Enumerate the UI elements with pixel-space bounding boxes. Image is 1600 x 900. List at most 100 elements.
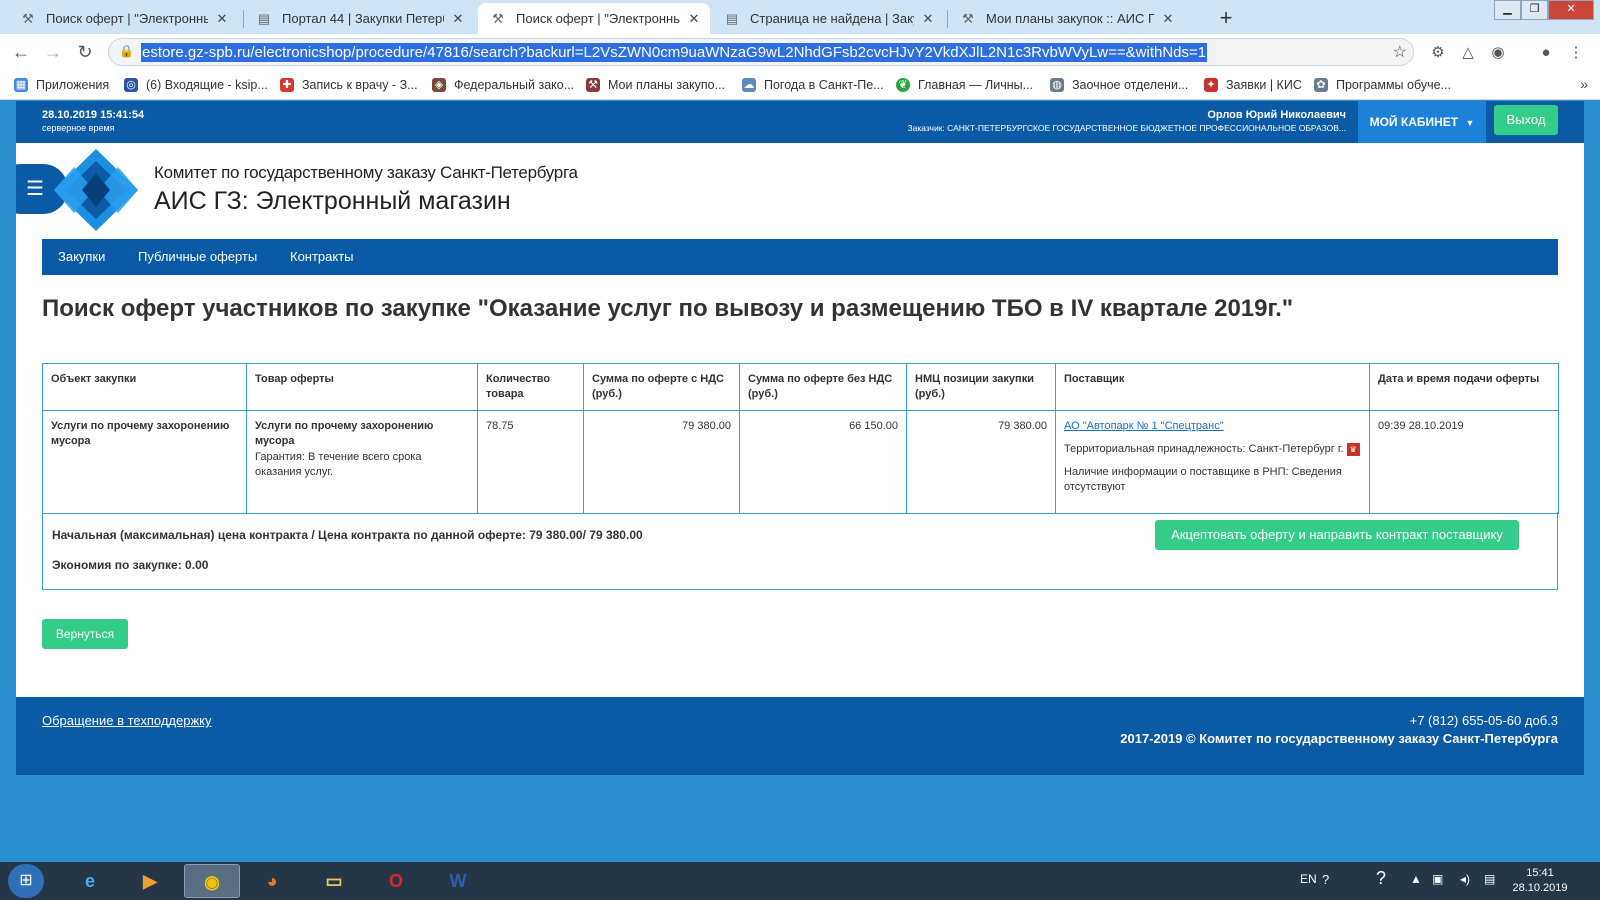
browser-tab-active[interactable]: ⚒ Поиск оферт | "Электронный ма ✕ bbox=[478, 3, 710, 34]
supplier-territory-text: Территориальная принадлежность: Санкт-Пе… bbox=[1064, 443, 1344, 455]
nav-item-public-offers[interactable]: Публичные оферты bbox=[138, 249, 257, 264]
forward-arrow-icon[interactable]: → bbox=[42, 41, 64, 63]
apps-grid-icon: ▦ bbox=[14, 78, 28, 92]
reload-icon[interactable]: ↻ bbox=[74, 41, 96, 63]
browser-tab[interactable]: ⚒ Поиск оферт | "Электронный ма ✕ bbox=[8, 3, 238, 34]
web-page: 28.10.2019 15:41:54 серверное время Орло… bbox=[16, 101, 1584, 775]
minimize-window-button[interactable]: ▁ bbox=[1494, 0, 1521, 20]
supplier-link[interactable]: АО "Автопарк № 1 "Спецтранс" bbox=[1064, 420, 1224, 432]
copyright: 2017-2019 © Комитет по государственному … bbox=[1120, 731, 1558, 746]
folder-tray-icon[interactable]: ▣ bbox=[1432, 872, 1443, 886]
program-icon: ✿ bbox=[1314, 78, 1328, 92]
nav-item-purchases[interactable]: Закупки bbox=[58, 249, 105, 264]
leaf-icon: ❦ bbox=[896, 78, 910, 92]
close-tab-icon[interactable]: ✕ bbox=[1160, 11, 1176, 27]
economy-line: Экономия по закупке: 0.00 bbox=[52, 558, 209, 572]
browser-tab[interactable]: ▤ Страница не найдена | Закупки ✕ bbox=[712, 3, 944, 34]
bookmark-item[interactable]: ✚ Запись к врачу - З... bbox=[280, 77, 418, 93]
support-phone: +7 (812) 655-05-60 доб.3 bbox=[1409, 713, 1558, 728]
tab-title: Поиск оферт | "Электронный ма bbox=[516, 11, 680, 26]
word-icon[interactable]: W bbox=[430, 864, 486, 898]
network-icon[interactable]: ▤ bbox=[1484, 872, 1495, 886]
nav-item-contracts[interactable]: Контракты bbox=[290, 249, 354, 264]
column-header: Объект закупки bbox=[42, 363, 247, 411]
system-clock[interactable]: 15:41 28.10.2019 bbox=[1510, 866, 1570, 896]
close-tab-icon[interactable]: ✕ bbox=[450, 11, 466, 27]
bookmark-apps[interactable]: ▦ Приложения bbox=[14, 77, 109, 93]
url-text[interactable]: estore.gz-spb.ru/electronicshop/procedur… bbox=[141, 43, 1208, 62]
cell-sum-with-vat: 79 380.00 bbox=[583, 410, 740, 514]
tray-expand-icon[interactable]: ▲ bbox=[1410, 872, 1422, 886]
tab-title: Страница не найдена | Закупки bbox=[750, 11, 914, 26]
back-arrow-icon[interactable]: ← bbox=[10, 41, 32, 63]
bookmark-label: Заочное отделени... bbox=[1072, 78, 1189, 92]
caret-down-icon: ▼ bbox=[1465, 118, 1475, 128]
page-footer: Обращение в техподдержку +7 (812) 655-05… bbox=[16, 697, 1584, 775]
opera-icon[interactable]: O bbox=[368, 864, 424, 898]
notification-bell-icon[interactable]: △ bbox=[1458, 43, 1478, 63]
media-player-icon[interactable]: ▶ bbox=[122, 864, 178, 898]
start-button[interactable]: ⊞ bbox=[8, 864, 44, 898]
browser-tab[interactable]: ⚒ Мои планы закупок :: АИС ГЗ ✕ bbox=[948, 3, 1184, 34]
profile-avatar-icon[interactable]: ● bbox=[1536, 43, 1556, 63]
browser-toolbar: ← → ↻ 🔒 estore.gz-spb.ru/electronicshop/… bbox=[0, 34, 1600, 70]
internet-explorer-icon[interactable]: e bbox=[62, 864, 118, 898]
bookmark-item[interactable]: ☁ Погода в Санкт-Пе... bbox=[742, 77, 884, 93]
address-bar[interactable]: 🔒 estore.gz-spb.ru/electronicshop/proced… bbox=[108, 38, 1414, 66]
kis-icon: ✦ bbox=[1204, 78, 1218, 92]
gavel-icon: ⚒ bbox=[22, 10, 34, 26]
extension-icon[interactable]: ⚙ bbox=[1428, 43, 1448, 63]
product-name: Услуги по прочему захоронению мусора bbox=[255, 420, 434, 447]
bookmark-label: Заявки | КИС bbox=[1226, 78, 1302, 92]
browser-menu-icon[interactable]: ⋮ bbox=[1566, 43, 1586, 63]
bookmark-item[interactable]: ❦ Главная — Личны... bbox=[896, 77, 1033, 93]
bookmark-item[interactable]: ◎ (6) Входящие - ksip... bbox=[124, 77, 268, 93]
volume-icon[interactable]: ◂) bbox=[1460, 872, 1470, 886]
lock-icon[interactable]: 🔒 bbox=[119, 44, 134, 60]
back-button[interactable]: Вернуться bbox=[42, 619, 128, 649]
clock-date: 28.10.2019 bbox=[1512, 882, 1568, 894]
bookmark-item[interactable]: ⚒ Мои планы закупо... bbox=[586, 77, 725, 93]
bookmark-label: Мои планы закупо... bbox=[608, 78, 726, 92]
bookmark-item[interactable]: ◍ Заочное отделени... bbox=[1050, 77, 1188, 93]
close-window-button[interactable]: ✕ bbox=[1548, 0, 1594, 20]
bookmark-item[interactable]: ✿ Программы обуче... bbox=[1314, 77, 1451, 93]
close-tab-icon[interactable]: ✕ bbox=[920, 11, 936, 27]
bookmark-label: Запись к врачу - З... bbox=[302, 78, 418, 92]
browser-tab[interactable]: ▤ Портал 44 | Закупки Петербурга ✕ bbox=[244, 3, 474, 34]
help-circle-icon[interactable]: ? bbox=[1376, 868, 1386, 889]
chrome-icon[interactable]: ◉ bbox=[184, 864, 240, 898]
logout-button[interactable]: Выход bbox=[1494, 105, 1558, 135]
accept-offer-button[interactable]: Акцептовать оферту и направить контракт … bbox=[1155, 520, 1519, 550]
column-header: Дата и время подачи оферты bbox=[1369, 363, 1559, 411]
bookmark-label: Федеральный зако... bbox=[454, 78, 575, 92]
close-tab-icon[interactable]: ✕ bbox=[214, 11, 230, 27]
column-header: Товар оферты bbox=[246, 363, 478, 411]
mail-icon: ◎ bbox=[124, 78, 138, 92]
file-explorer-icon[interactable]: ▭ bbox=[306, 864, 362, 898]
cell-offer-product: Услуги по прочему захоронению мусора Гар… bbox=[246, 410, 478, 514]
page-icon: ▤ bbox=[725, 10, 739, 26]
extension-icon[interactable]: ◉ bbox=[1488, 43, 1508, 63]
new-tab-button[interactable]: + bbox=[1212, 5, 1240, 33]
my-cabinet-button[interactable]: МОЙ КАБИНЕТ ▼ bbox=[1358, 101, 1486, 143]
bookmark-label: Главная — Личны... bbox=[918, 78, 1034, 92]
cell-supplier: АО "Автопарк № 1 "Спецтранс" Территориал… bbox=[1055, 410, 1370, 514]
close-tab-icon[interactable]: ✕ bbox=[686, 11, 702, 27]
server-datetime: 28.10.2019 15:41:54 bbox=[42, 109, 145, 121]
bookmark-label: Приложения bbox=[36, 78, 110, 92]
supplier-territory: Территориальная принадлежность: Санкт-Пе… bbox=[1064, 442, 1361, 457]
site-logo-icon bbox=[54, 149, 138, 231]
more-bookmarks-icon[interactable]: » bbox=[1580, 76, 1588, 92]
maximize-window-button[interactable]: ❐ bbox=[1521, 0, 1548, 20]
browser-tab-strip: ⚒ Поиск оферт | "Электронный ма ✕ ▤ Порт… bbox=[0, 0, 1600, 34]
support-link[interactable]: Обращение в техподдержку bbox=[42, 713, 212, 728]
bookmark-star-icon[interactable]: ☆ bbox=[1393, 42, 1407, 62]
offer-summary: Начальная (максимальная) цена контракта … bbox=[42, 512, 1558, 590]
bookmark-item[interactable]: ✦ Заявки | КИС bbox=[1204, 77, 1302, 93]
language-indicator[interactable]: EN bbox=[1300, 872, 1317, 886]
help-icon[interactable]: ? bbox=[1322, 872, 1329, 887]
bookmark-item[interactable]: ◈ Федеральный зако... bbox=[432, 77, 574, 93]
server-time-label: серверное время bbox=[42, 123, 115, 133]
firefox-icon[interactable]: ◕ bbox=[244, 864, 300, 898]
